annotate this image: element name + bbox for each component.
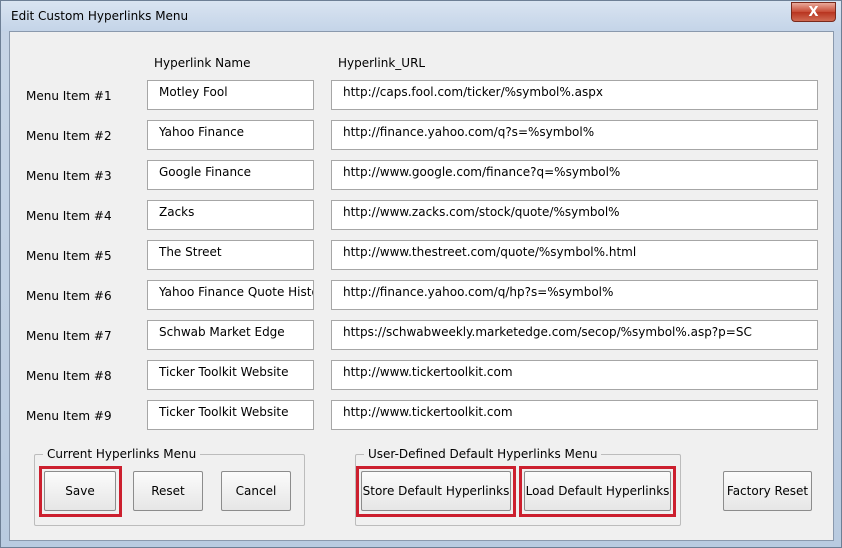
save-button[interactable]: Save (44, 471, 116, 511)
menu-item-label: Menu Item #3 (26, 169, 112, 183)
hyperlink-name-field[interactable]: The Street (147, 240, 314, 270)
hyperlink-name-field[interactable]: Schwab Market Edge (147, 320, 314, 350)
hyperlink-url-field[interactable]: http://www.tickertoolkit.com (331, 360, 818, 390)
hyperlink-name-field[interactable]: Zacks (147, 200, 314, 230)
window-title: Edit Custom Hyperlinks Menu (11, 9, 189, 23)
close-icon: X (808, 4, 819, 20)
hyperlink-name-field[interactable]: Ticker Toolkit Website (147, 400, 314, 430)
hyperlink-url-field[interactable]: http://www.zacks.com/stock/quote/%symbol… (331, 200, 818, 230)
hyperlink-url-field[interactable]: http://www.google.com/finance?q=%symbol% (331, 160, 818, 190)
hyperlink-name-field[interactable]: Yahoo Finance Quote History (147, 280, 314, 310)
default-hyperlinks-legend: User-Defined Default Hyperlinks Menu (364, 447, 602, 461)
hyperlink-name-field[interactable]: Yahoo Finance (147, 120, 314, 150)
hyperlink-url-field[interactable]: http://caps.fool.com/ticker/%symbol%.asp… (331, 80, 818, 110)
menu-item-label: Menu Item #4 (26, 209, 112, 223)
load-default-hyperlinks-button[interactable]: Load Default Hyperlinks (524, 471, 671, 511)
menu-item-label: Menu Item #9 (26, 409, 112, 423)
menu-item-label: Menu Item #2 (26, 129, 112, 143)
cancel-button[interactable]: Cancel (221, 471, 291, 511)
menu-item-label: Menu Item #1 (26, 89, 112, 103)
hyperlink-name-field[interactable]: Ticker Toolkit Website (147, 360, 314, 390)
hyperlink-name-field[interactable]: Google Finance (147, 160, 314, 190)
close-button[interactable]: X (791, 2, 836, 22)
reset-button[interactable]: Reset (133, 471, 203, 511)
dialog-window: Edit Custom Hyperlinks Menu X Hyperlink … (0, 0, 842, 548)
hyperlink-url-field[interactable]: https://schwabweekly.marketedge.com/seco… (331, 320, 818, 350)
menu-item-label: Menu Item #7 (26, 329, 112, 343)
current-hyperlinks-legend: Current Hyperlinks Menu (43, 447, 201, 461)
menu-item-label: Menu Item #5 (26, 249, 112, 263)
hyperlink-url-header: Hyperlink_URL (338, 56, 426, 70)
dialog-body: Hyperlink Name Hyperlink_URL Menu Item #… (9, 31, 834, 541)
menu-item-label: Menu Item #8 (26, 369, 112, 383)
hyperlink-name-header: Hyperlink Name (154, 56, 251, 70)
hyperlink-url-field[interactable]: http://finance.yahoo.com/q?s=%symbol% (331, 120, 818, 150)
hyperlink-url-field[interactable]: http://www.tickertoolkit.com (331, 400, 818, 430)
hyperlink-url-field[interactable]: http://finance.yahoo.com/q/hp?s=%symbol% (331, 280, 818, 310)
hyperlink-name-field[interactable]: Motley Fool (147, 80, 314, 110)
factory-reset-button[interactable]: Factory Reset (723, 471, 812, 511)
store-default-hyperlinks-button[interactable]: Store Default Hyperlinks (361, 471, 511, 511)
hyperlink-url-field[interactable]: http://www.thestreet.com/quote/%symbol%.… (331, 240, 818, 270)
title-bar[interactable]: Edit Custom Hyperlinks Menu X (1, 1, 841, 31)
menu-item-label: Menu Item #6 (26, 289, 112, 303)
